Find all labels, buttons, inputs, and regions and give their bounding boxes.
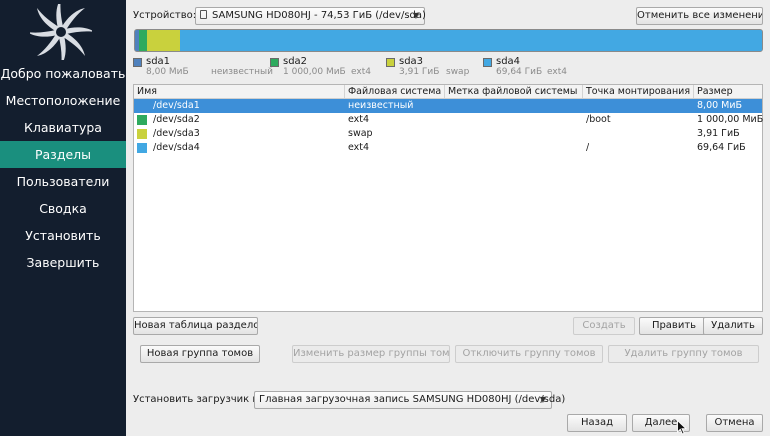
chevron-down-icon: ▼ (412, 11, 419, 20)
legend-name: sda3 (399, 56, 424, 67)
cell-mount: /boot (586, 114, 611, 125)
partition-color-swatch (137, 129, 147, 139)
edit-button[interactable]: Править (639, 317, 709, 335)
partition-segment-sda4 (179, 30, 762, 51)
device-select-value: SAMSUNG HD080HJ - 74,53 ГиБ (/dev/sda) (212, 10, 426, 21)
table-row[interactable]: /dev/sda2 ext4 /boot 1 000,00 МиБ (134, 113, 764, 127)
bootloader-select-value: Главная загрузочная запись SAMSUNG HD080… (259, 394, 566, 405)
cell-size: 1 000,00 МиБ (697, 114, 764, 125)
legend-size: 3,91 ГиБ (399, 67, 440, 77)
delete-button[interactable]: Удалить (703, 317, 763, 335)
cell-name: /dev/sda1 (153, 100, 200, 111)
step-finish: Завершить (26, 255, 100, 270)
legend-swatch (483, 58, 492, 67)
legend-item-sda1: sda1 8,00 МиБ неизвестный (133, 56, 273, 79)
legend-swatch (386, 58, 395, 67)
cell-mount: / (586, 142, 590, 153)
legend-fs: swap (446, 67, 470, 77)
legend-item-sda2: sda2 1 000,00 МиБ ext4 (270, 56, 380, 79)
back-button[interactable]: Назад (567, 414, 627, 432)
cell-fs: swap (348, 128, 373, 139)
step-users: Пользователи (16, 174, 110, 189)
partition-color-swatch (137, 143, 147, 153)
cell-fs: ext4 (348, 142, 370, 153)
partition-segment-sda2 (138, 30, 147, 51)
revert-all-button[interactable]: Отменить все изменения (636, 7, 763, 25)
table-row[interactable]: /dev/sda1 неизвестный 8,00 МиБ (134, 99, 762, 113)
table-row[interactable]: /dev/sda4 ext4 / 69,64 ГиБ (134, 141, 762, 155)
table-row[interactable]: /dev/sda3 swap 3,91 ГиБ (134, 127, 762, 141)
legend-item-sda4: sda4 69,64 ГиБ ext4 (483, 56, 593, 79)
legend-name: sda1 (146, 56, 171, 67)
cell-fs: неизвестный (348, 100, 414, 111)
col-fs-header[interactable]: Файловая система (345, 85, 445, 98)
cancel-button[interactable]: Отмена (706, 414, 763, 432)
cell-size: 69,64 ГиБ (697, 142, 746, 153)
cell-name: /dev/sda3 (153, 128, 200, 139)
cell-fs: ext4 (348, 114, 370, 125)
step-install: Установить (25, 228, 101, 243)
legend-fs: неизвестный (211, 67, 273, 77)
step-partitions: Разделы (0, 141, 126, 168)
legend-swatch (133, 58, 142, 67)
cell-name: /dev/sda4 (153, 142, 200, 153)
legend-size: 8,00 МиБ (146, 67, 189, 77)
mouse-cursor-icon (677, 420, 687, 435)
new-partition-table-button[interactable]: Новая таблица разделов (133, 317, 258, 335)
legend-size: 69,64 ГиБ (496, 67, 543, 77)
col-mount-header[interactable]: Точка монтирования (583, 85, 694, 98)
legend-fs: ext4 (547, 67, 567, 77)
disk-icon (200, 10, 207, 19)
chevron-down-icon: ▼ (539, 395, 546, 404)
distro-logo-icon (30, 4, 92, 60)
partition-usage-bar (134, 29, 763, 52)
legend-fs: ext4 (351, 67, 371, 77)
legend-name: sda2 (283, 56, 308, 67)
cell-size: 8,00 МиБ (697, 100, 743, 111)
deactivate-volume-group-button[interactable]: Отключить группу томов (455, 345, 603, 363)
cell-size: 3,91 ГиБ (697, 128, 740, 139)
legend-item-sda3: sda3 3,91 ГиБ swap (386, 56, 476, 79)
col-name-header[interactable]: Имя (134, 85, 345, 98)
sidebar: Добро пожаловать Местоположение Клавиату… (0, 0, 126, 436)
new-volume-group-button[interactable]: Новая группа томов (140, 345, 260, 363)
legend-name: sda4 (496, 56, 521, 67)
device-select[interactable]: SAMSUNG HD080HJ - 74,53 ГиБ (/dev/sda) ▼ (195, 7, 426, 25)
partition-color-swatch (137, 101, 147, 111)
resize-volume-group-button[interactable]: Изменить размер группы томов (292, 345, 450, 363)
partition-segment-sda3 (146, 30, 180, 51)
step-keyboard: Клавиатура (24, 120, 102, 135)
legend-swatch (270, 58, 279, 67)
partition-color-swatch (137, 115, 147, 125)
step-summary: Сводка (39, 201, 87, 216)
legend-size: 1 000,00 МиБ (283, 67, 346, 77)
create-button[interactable]: Создать (573, 317, 635, 335)
table-header: Имя Файловая система Метка файловой сист… (134, 85, 762, 99)
bootloader-label: Установить загрузчик в: (133, 394, 262, 405)
remove-volume-group-button[interactable]: Удалить группу томов (608, 345, 759, 363)
col-label-header[interactable]: Метка файловой системы (445, 85, 583, 98)
cell-name: /dev/sda2 (153, 114, 200, 125)
partition-page: Устройство: SAMSUNG HD080HJ - 74,53 ГиБ … (126, 0, 770, 436)
device-label: Устройство: (133, 10, 197, 21)
step-welcome: Добро пожаловать (0, 66, 126, 81)
partition-table: Имя Файловая система Метка файловой сист… (133, 84, 763, 312)
col-size-header[interactable]: Размер (694, 85, 762, 98)
bootloader-select[interactable]: Главная загрузочная запись SAMSUNG HD080… (254, 391, 565, 409)
step-location: Местоположение (5, 93, 121, 108)
